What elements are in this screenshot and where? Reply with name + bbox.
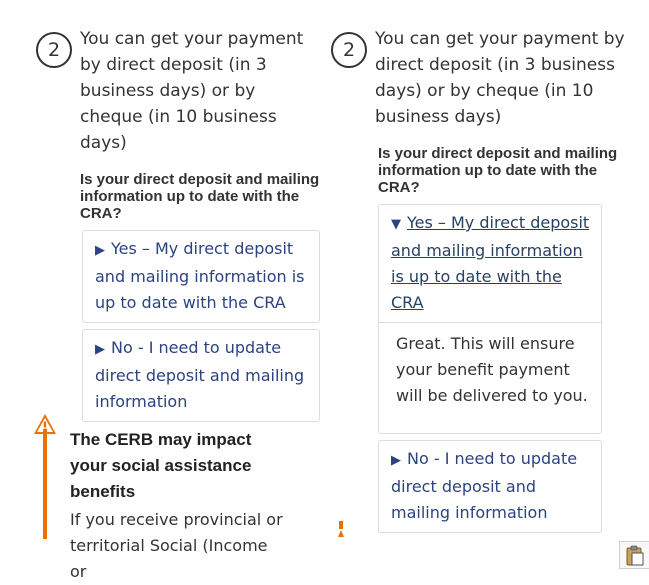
triangle-down-icon: ▼	[391, 217, 401, 232]
accordion-yes-summary[interactable]: ▼ Yes – My direct deposit and mailing inf…	[379, 205, 601, 323]
step-2: 2 You can get your payment by direct dep…	[30, 26, 320, 156]
accordion-yes-label[interactable]: Yes – My direct deposit and mailing info…	[391, 213, 589, 312]
alert-accent-bar	[43, 429, 47, 539]
accordion-yes[interactable]: ▶ Yes – My direct deposit and mailing inf…	[82, 230, 320, 323]
accordion-no[interactable]: ▶ No - I need to update direct deposit an…	[378, 440, 602, 533]
deposit-question: Is your direct deposit and mailing infor…	[80, 171, 320, 222]
step-number-badge: 2	[331, 32, 367, 68]
deposit-question: Is your direct deposit and mailing infor…	[378, 145, 618, 196]
warning-marker-icon	[338, 521, 344, 537]
triangle-right-icon: ▶	[95, 342, 105, 357]
step-2: 2 You can get your payment by direct dep…	[325, 26, 625, 130]
accordion-no-summary[interactable]: ▶ No - I need to update direct deposit an…	[379, 441, 601, 532]
accordion-no-summary[interactable]: ▶ No - I need to update direct deposit an…	[83, 330, 319, 421]
alert-text: If you receive provincial or territorial…	[70, 510, 283, 581]
step-description: You can get your payment by direct depos…	[375, 29, 625, 127]
triangle-right-icon: ▶	[95, 243, 105, 258]
accordion-yes-summary[interactable]: ▶ Yes – My direct deposit and mailing inf…	[83, 231, 319, 322]
clipboard-icon	[626, 545, 644, 566]
clipboard-widget[interactable]	[619, 541, 649, 569]
accordion-yes-body: Great. This will ensure your benefit pay…	[396, 334, 588, 405]
step-description: You can get your payment by direct depos…	[80, 29, 304, 153]
step-number-badge: 2	[36, 32, 72, 68]
right-panel: 2 You can get your payment by direct dep…	[325, 0, 625, 539]
accordion-yes-open[interactable]: ▼ Yes – My direct deposit and mailing inf…	[378, 204, 602, 434]
left-panel: 2 You can get your payment by direct dep…	[30, 0, 320, 428]
accordion-yes-label: Yes – My direct deposit and mailing info…	[95, 239, 305, 312]
accordion-no-label: No - I need to update direct deposit and…	[391, 449, 578, 522]
accordion-no[interactable]: ▶ No - I need to update direct deposit an…	[82, 329, 320, 422]
accordion-no-label: No - I need to update direct deposit and…	[95, 338, 305, 411]
cerb-alert: The CERB may impact your social assistan…	[33, 413, 283, 585]
alert-title: The CERB may impact your social assistan…	[70, 430, 252, 501]
triangle-right-icon: ▶	[391, 453, 401, 468]
